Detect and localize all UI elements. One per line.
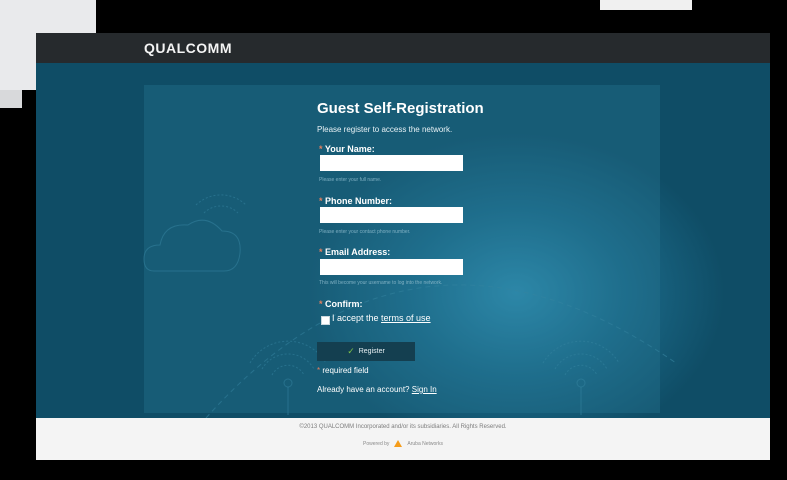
accept-terms-text: I accept the terms of use bbox=[332, 313, 431, 323]
required-marker: * bbox=[317, 366, 321, 375]
required-marker: * bbox=[319, 247, 323, 257]
name-input[interactable] bbox=[320, 155, 463, 171]
name-field-label: * Your Name: bbox=[319, 144, 375, 154]
page-title: Guest Self-Registration bbox=[317, 100, 484, 117]
photo-frame-edge bbox=[0, 90, 22, 108]
top-bar: QUALCOMM bbox=[36, 33, 770, 63]
phone-hint: Please enter your contact phone number. bbox=[319, 229, 411, 235]
registration-panel bbox=[144, 85, 660, 413]
email-input[interactable] bbox=[320, 259, 463, 275]
register-label: Register bbox=[358, 348, 385, 355]
copyright-text: ©2013 QUALCOMM Incorporated and/or its s… bbox=[299, 424, 507, 430]
email-field-label: * Email Address: bbox=[319, 247, 391, 257]
phone-input[interactable] bbox=[320, 207, 463, 223]
phone-field-label: * Phone Number: bbox=[319, 196, 393, 206]
aruba-logo-icon bbox=[394, 440, 403, 447]
terms-of-use-link[interactable]: terms of use bbox=[381, 313, 431, 323]
footer: ©2013 QUALCOMM Incorporated and/or its s… bbox=[36, 418, 770, 460]
page-subtitle: Please register to access the network. bbox=[317, 125, 453, 134]
photo-frame-edge bbox=[600, 0, 692, 10]
required-marker: * bbox=[319, 196, 323, 206]
checkmark-icon: ✓ bbox=[347, 346, 355, 356]
existing-account-line: Already have an account? Sign In bbox=[317, 385, 437, 394]
name-hint: Please enter your full name. bbox=[319, 177, 382, 183]
qualcomm-logo: QUALCOMM bbox=[144, 40, 232, 56]
email-hint: This will become your username to log in… bbox=[319, 280, 443, 286]
required-marker: * bbox=[319, 144, 323, 154]
sign-in-link[interactable]: Sign In bbox=[412, 385, 437, 394]
register-button[interactable]: ✓ Register bbox=[317, 342, 415, 361]
required-field-note: * required field bbox=[317, 366, 369, 375]
powered-by: Powered by Aruba Networks bbox=[363, 440, 443, 447]
confirm-label: * Confirm: bbox=[319, 299, 363, 309]
terms-checkbox[interactable] bbox=[321, 316, 330, 325]
portal-screen: QUALCOMM Guest Self-Registration Please … bbox=[36, 33, 770, 460]
required-marker: * bbox=[319, 299, 323, 309]
